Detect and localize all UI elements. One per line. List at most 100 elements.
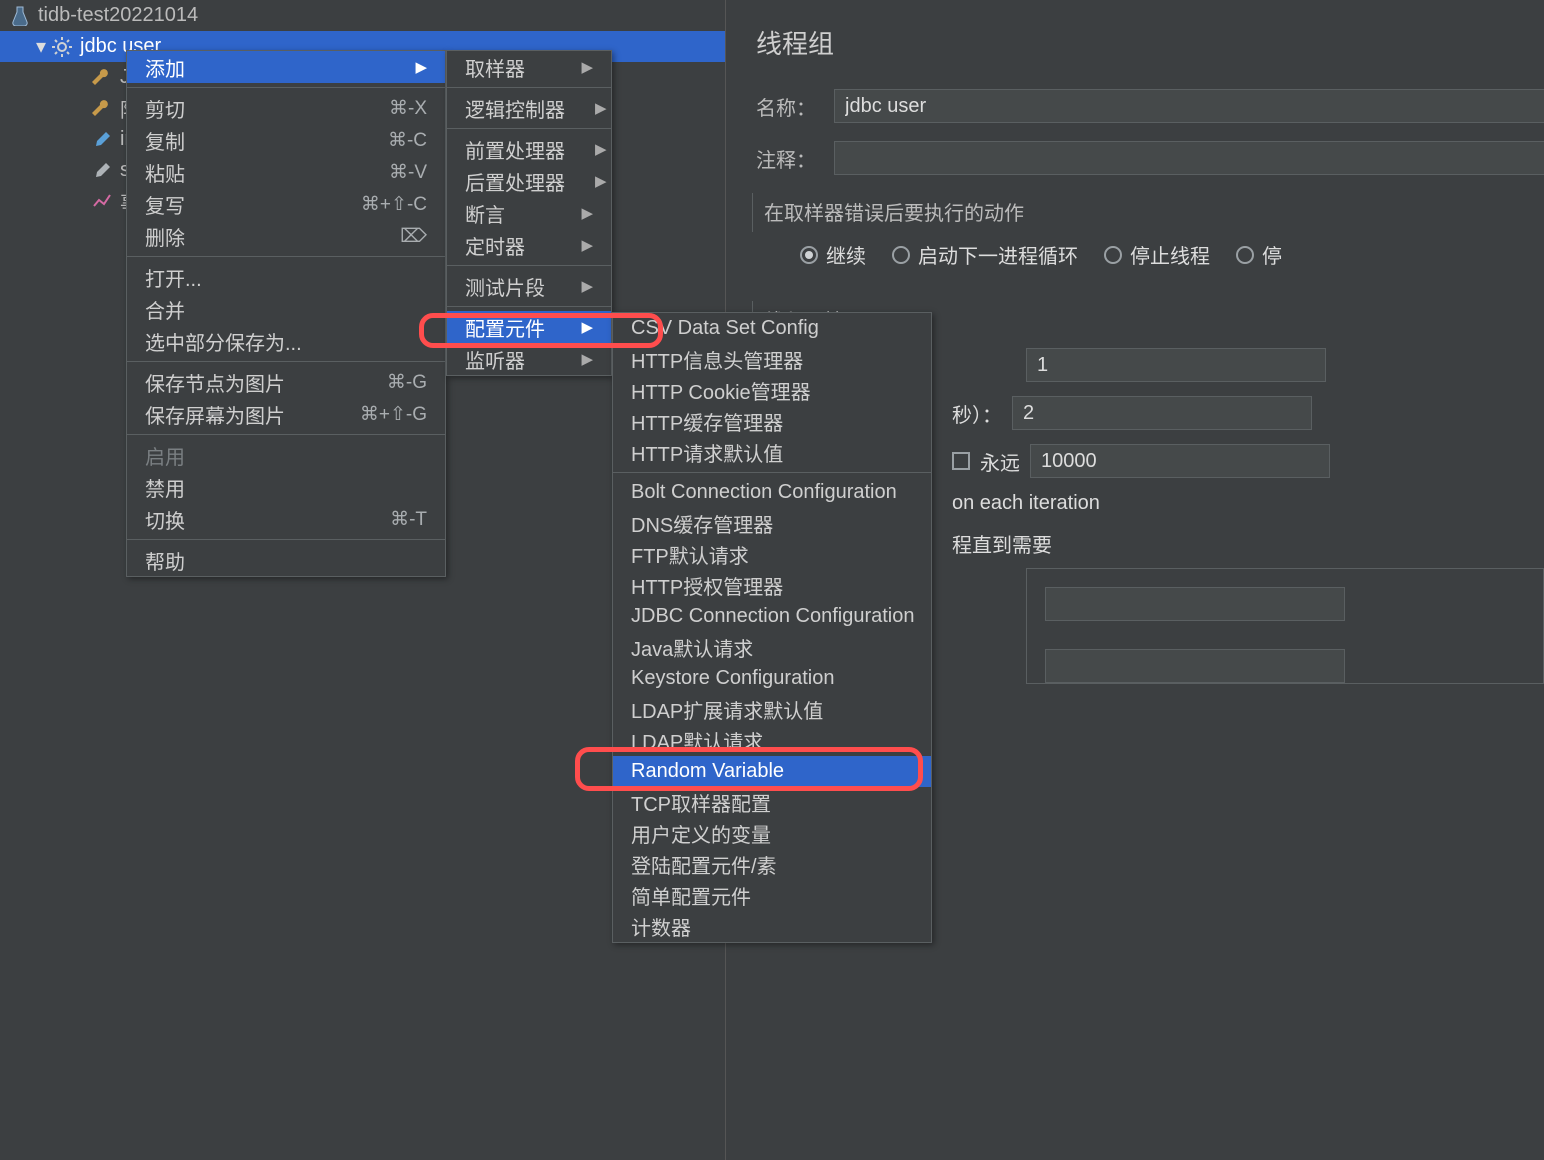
- submenu-arrow-icon: ▶: [581, 236, 593, 254]
- menu-item[interactable]: HTTP请求默认值: [613, 437, 931, 468]
- menu-item-label: 帮助: [145, 546, 185, 575]
- loop-input[interactable]: [1030, 444, 1330, 478]
- radio-dot-icon: [1104, 246, 1122, 264]
- radio-continue[interactable]: 继续: [800, 240, 866, 269]
- menu-item[interactable]: 添加▶: [127, 51, 445, 83]
- menu-item[interactable]: 粘贴 ⌘-V: [127, 156, 445, 188]
- extra-input-2[interactable]: [1045, 649, 1345, 683]
- radio-stop-thread[interactable]: 停止线程: [1104, 240, 1210, 269]
- menu-item-label: 断言: [465, 199, 505, 228]
- ramp-input[interactable]: [1012, 396, 1312, 430]
- menu-item-label: 剪切: [145, 94, 185, 123]
- menu-item-label: DNS缓存管理器: [631, 509, 773, 538]
- menu-item[interactable]: 定时器▶: [447, 229, 611, 261]
- menu-item[interactable]: 帮助: [127, 544, 445, 576]
- menu-item[interactable]: HTTP信息头管理器: [613, 344, 931, 375]
- menu-item-label: 复制: [145, 126, 185, 155]
- menu-item-label: 逻辑控制器: [465, 94, 565, 123]
- menu-item[interactable]: HTTP缓存管理器: [613, 406, 931, 437]
- name-label: 名称：: [756, 92, 834, 121]
- context-menu: 添加▶ 剪切⌘-X复制⌘-C粘贴 ⌘-V 复写⌘+⇧-C删除⌦ 打开... 合并选中部分保…: [126, 50, 446, 577]
- menu-item-label: 禁用: [145, 473, 185, 502]
- menu-item[interactable]: 监听器▶: [447, 343, 611, 375]
- menu-item[interactable]: 后置处理器▶: [447, 165, 611, 197]
- menu-item[interactable]: 取样器▶: [447, 51, 611, 83]
- menu-item[interactable]: 用户定义的变量: [613, 818, 931, 849]
- submenu-arrow-icon: ▶: [581, 350, 593, 368]
- threads-input[interactable]: [1026, 348, 1326, 382]
- menu-item-label: 启用: [145, 441, 185, 470]
- config-element-submenu: CSV Data Set ConfigHTTP信息头管理器HTTP Cookie…: [612, 312, 932, 943]
- menu-item-label: 粘贴: [145, 158, 185, 187]
- comment-label: 注释：: [756, 144, 834, 173]
- radio-dot-icon: [1236, 246, 1254, 264]
- onerror-radios: 继续 启动下一进程循环 停止线程 停: [800, 240, 1544, 269]
- menu-item[interactable]: Bolt Connection Configuration: [613, 477, 931, 508]
- menu-item-label: 用户定义的变量: [631, 819, 771, 848]
- submenu-arrow-icon: ▶: [581, 58, 593, 76]
- tree-root[interactable]: tidb-test20221014: [0, 0, 725, 31]
- menu-item[interactable]: Keystore Configuration: [613, 663, 931, 694]
- menu-item[interactable]: Random Variable: [613, 756, 931, 787]
- ramp-label: 秒）：: [952, 399, 1002, 428]
- menu-item[interactable]: 保存节点为图片⌘-G: [127, 366, 445, 398]
- menu-item[interactable]: 断言▶: [447, 197, 611, 229]
- name-input[interactable]: [834, 89, 1544, 123]
- menu-item[interactable]: 选中部分保存为...: [127, 325, 445, 357]
- menu-item[interactable]: CSV Data Set Config: [613, 313, 931, 344]
- menu-item-label: HTTP授权管理器: [631, 571, 783, 600]
- menu-item-label: 合并: [145, 295, 185, 324]
- radio-label: 继续: [826, 240, 866, 269]
- menu-item-label: 保存节点为图片: [145, 368, 285, 397]
- menu-item-label: Keystore Configuration: [631, 667, 834, 690]
- menu-item[interactable]: FTP默认请求: [613, 539, 931, 570]
- wrench-icon: [92, 68, 112, 88]
- menu-item-label: 打开...: [145, 263, 202, 292]
- menu-item[interactable]: 打开...: [127, 261, 445, 293]
- menu-item[interactable]: 删除⌦: [127, 220, 445, 252]
- menu-shortcut: ⌘+⇧-C: [361, 193, 427, 216]
- menu-item[interactable]: 配置元件▶: [447, 311, 611, 343]
- menu-item[interactable]: 测试片段▶: [447, 270, 611, 302]
- menu-item[interactable]: 禁用: [127, 471, 445, 503]
- menu-item-label: 选中部分保存为...: [145, 327, 302, 356]
- menu-item[interactable]: LDAP默认请求: [613, 725, 931, 756]
- menu-item[interactable]: 登陆配置元件/素: [613, 849, 931, 880]
- dropper-icon: [92, 161, 112, 181]
- radio-next-loop[interactable]: 启动下一进程循环: [892, 240, 1078, 269]
- menu-item[interactable]: LDAP扩展请求默认值: [613, 694, 931, 725]
- menu-item[interactable]: 逻辑控制器▶: [447, 92, 611, 124]
- radio-stop[interactable]: 停: [1236, 240, 1282, 269]
- menu-item[interactable]: HTTP Cookie管理器: [613, 375, 931, 406]
- menu-item[interactable]: 计数器: [613, 911, 931, 942]
- forever-label: 永远: [980, 447, 1020, 476]
- menu-item[interactable]: 简单配置元件: [613, 880, 931, 911]
- menu-item[interactable]: 复写⌘+⇧-C: [127, 188, 445, 220]
- menu-item[interactable]: TCP取样器配置: [613, 787, 931, 818]
- extra-input-1[interactable]: [1045, 587, 1345, 621]
- forever-checkbox[interactable]: [952, 452, 970, 470]
- menu-item-label: Java默认请求: [631, 633, 753, 662]
- until-needed-label: 程直到需要: [952, 529, 1052, 558]
- menu-item[interactable]: 保存屏幕为图片⌘+⇧-G: [127, 398, 445, 430]
- comment-row: 注释：: [756, 141, 1544, 175]
- panel-title: 线程组: [756, 24, 1544, 61]
- radio-dot-icon: [892, 246, 910, 264]
- menu-shortcut: ⌦: [400, 225, 427, 248]
- comment-input[interactable]: [834, 141, 1544, 175]
- add-submenu: 取样器▶逻辑控制器▶前置处理器▶后置处理器▶断言▶定时器▶测试片段▶配置元件▶监…: [446, 50, 612, 376]
- onerror-title: 在取样器错误后要执行的动作: [764, 197, 1544, 226]
- menu-item-label: LDAP扩展请求默认值: [631, 695, 823, 724]
- tree-root-label: tidb-test20221014: [38, 4, 198, 27]
- menu-item[interactable]: HTTP授权管理器: [613, 570, 931, 601]
- menu-item[interactable]: 合并: [127, 293, 445, 325]
- menu-shortcut: ⌘-V: [389, 161, 427, 184]
- menu-item[interactable]: 剪切⌘-X: [127, 92, 445, 124]
- menu-item[interactable]: 前置处理器▶: [447, 133, 611, 165]
- menu-item[interactable]: 切换⌘-T: [127, 503, 445, 535]
- menu-item[interactable]: DNS缓存管理器: [613, 508, 931, 539]
- menu-item-label: 配置元件: [465, 313, 545, 342]
- menu-item[interactable]: JDBC Connection Configuration: [613, 601, 931, 632]
- menu-item[interactable]: Java默认请求: [613, 632, 931, 663]
- menu-item[interactable]: 复制⌘-C: [127, 124, 445, 156]
